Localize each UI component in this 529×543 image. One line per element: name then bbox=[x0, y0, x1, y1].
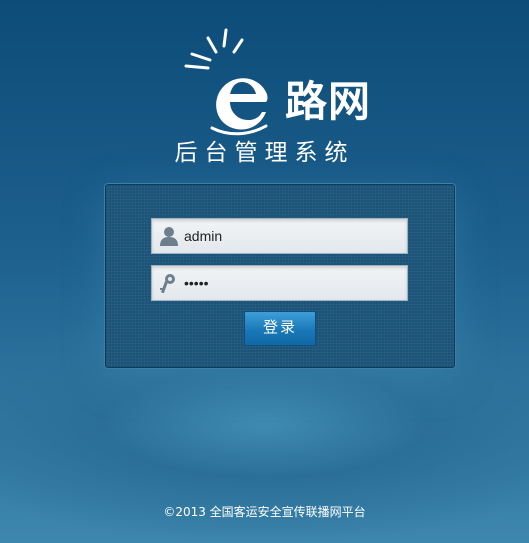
logo: 路网 bbox=[0, 28, 529, 136]
login-button[interactable]: 登录 bbox=[244, 311, 316, 346]
page-title: 后台管理系统 bbox=[174, 140, 355, 166]
logo-e-icon bbox=[210, 78, 268, 136]
password-field[interactable]: ••••• bbox=[151, 265, 408, 301]
username-field[interactable]: admin bbox=[151, 218, 408, 254]
password-value: ••••• bbox=[184, 275, 209, 291]
key-icon bbox=[160, 274, 175, 293]
brand-name: 路网 bbox=[285, 77, 372, 126]
footer-copyright: ©2013 全国客运安全宣传联播网平台 bbox=[163, 505, 366, 519]
user-icon bbox=[160, 227, 178, 246]
username-value: admin bbox=[184, 228, 223, 244]
